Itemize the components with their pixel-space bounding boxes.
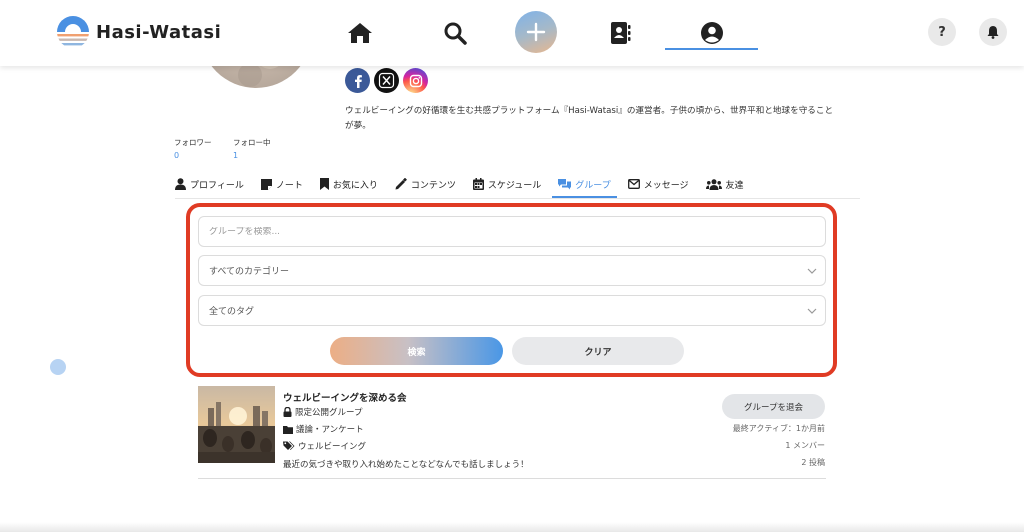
- x-logo-icon: [378, 72, 395, 89]
- nav-home[interactable]: [345, 18, 375, 48]
- logo-icon: [57, 16, 89, 48]
- tab-schedule[interactable]: スケジュール: [472, 170, 541, 198]
- tab-favorites[interactable]: お気に入り: [319, 170, 378, 198]
- floating-dot: [50, 359, 66, 375]
- group-last-active: 最終アクティブ：1か月前: [732, 424, 825, 433]
- tags-icon: [283, 441, 295, 450]
- bell-icon: [987, 26, 999, 39]
- home-icon: [348, 23, 372, 43]
- chevron-down-icon: [807, 308, 817, 314]
- tab-contents[interactable]: コンテンツ: [395, 170, 456, 198]
- nav-profile[interactable]: [697, 18, 727, 48]
- group-visibility: 限定公開グループ: [283, 406, 363, 418]
- group-member-count: 1 メンバー: [785, 441, 825, 450]
- group-thumbnail[interactable]: [198, 386, 275, 463]
- profile-tabs: プロフィール ノート お気に入り コンテンツ スケジュール グループ メッセージ…: [175, 170, 744, 198]
- lock-icon: [283, 407, 292, 417]
- following-label: フォロー中: [233, 138, 271, 147]
- followers-label: フォロワー: [174, 138, 212, 147]
- users-icon: [705, 178, 722, 190]
- pencil-icon: [395, 178, 407, 190]
- group-search-input[interactable]: [209, 226, 825, 237]
- help-button[interactable]: ?: [928, 18, 956, 46]
- nav-active-indicator: [665, 48, 758, 50]
- user-circle-icon: [701, 22, 723, 44]
- group-category: 議論・アンケート: [283, 423, 364, 435]
- note-icon: [260, 178, 272, 190]
- chat-icon: [558, 178, 572, 189]
- card-divider: [198, 478, 826, 479]
- calendar-icon: [472, 178, 484, 190]
- bottom-edge: [0, 522, 1024, 532]
- group-thumbnail-image: [198, 386, 275, 463]
- tag-select[interactable]: 全てのタグ: [198, 295, 826, 326]
- instagram-icon: [409, 74, 422, 87]
- tab-groups[interactable]: グループ: [552, 170, 618, 198]
- plus-icon: [526, 22, 546, 42]
- instagram-link[interactable]: [403, 68, 428, 93]
- clear-button[interactable]: クリア: [512, 337, 684, 365]
- group-description: 最近の気づきや取り入れ始めたことなどなんでも話しましょう！: [283, 460, 529, 470]
- logo[interactable]: Hasi-Watasi: [56, 15, 221, 49]
- nav-create-button[interactable]: [515, 11, 557, 53]
- logo-text: Hasi-Watasi: [96, 21, 222, 43]
- chevron-down-icon: [807, 268, 817, 274]
- address-book-icon: [611, 22, 631, 44]
- group-post-count: 2 投稿: [801, 458, 825, 467]
- group-tag: ウェルビーイング: [283, 440, 366, 452]
- notifications-button[interactable]: [979, 18, 1007, 46]
- help-icon: ?: [938, 24, 946, 40]
- followers-count[interactable]: 0: [174, 151, 179, 160]
- nav-contacts[interactable]: [605, 18, 635, 48]
- search-button[interactable]: 検索: [330, 337, 503, 365]
- x-link[interactable]: [374, 68, 399, 93]
- facebook-icon: [354, 74, 362, 88]
- top-header: Hasi-Watasi ?: [0, 0, 1024, 66]
- group-search-field[interactable]: [198, 216, 826, 247]
- following-count[interactable]: 1: [233, 151, 238, 160]
- category-select[interactable]: すべてのカテゴリー: [198, 255, 826, 286]
- tab-profile[interactable]: プロフィール: [175, 170, 244, 198]
- group-title[interactable]: ウェルビーイングを深める会: [283, 390, 407, 404]
- folder-icon: [283, 425, 293, 434]
- category-select-value: すべてのカテゴリー: [209, 267, 290, 277]
- facebook-link[interactable]: [345, 68, 370, 93]
- profile-bio: ウェルビーイングの好循環を生む共感プラットフォーム『Hasi-Watasi』の運…: [345, 106, 834, 131]
- envelope-icon: [627, 179, 640, 189]
- tab-friends[interactable]: 友達: [705, 170, 744, 198]
- leave-group-button[interactable]: グループを退会: [722, 394, 825, 419]
- tabs-divider: [175, 198, 860, 199]
- tag-select-value: 全てのタグ: [209, 307, 255, 317]
- tab-messages[interactable]: メッセージ: [627, 170, 689, 198]
- nav-search[interactable]: [440, 18, 470, 48]
- tab-note[interactable]: ノート: [260, 170, 303, 198]
- user-icon: [175, 178, 186, 190]
- bookmark-icon: [319, 178, 329, 190]
- search-icon: [444, 22, 467, 45]
